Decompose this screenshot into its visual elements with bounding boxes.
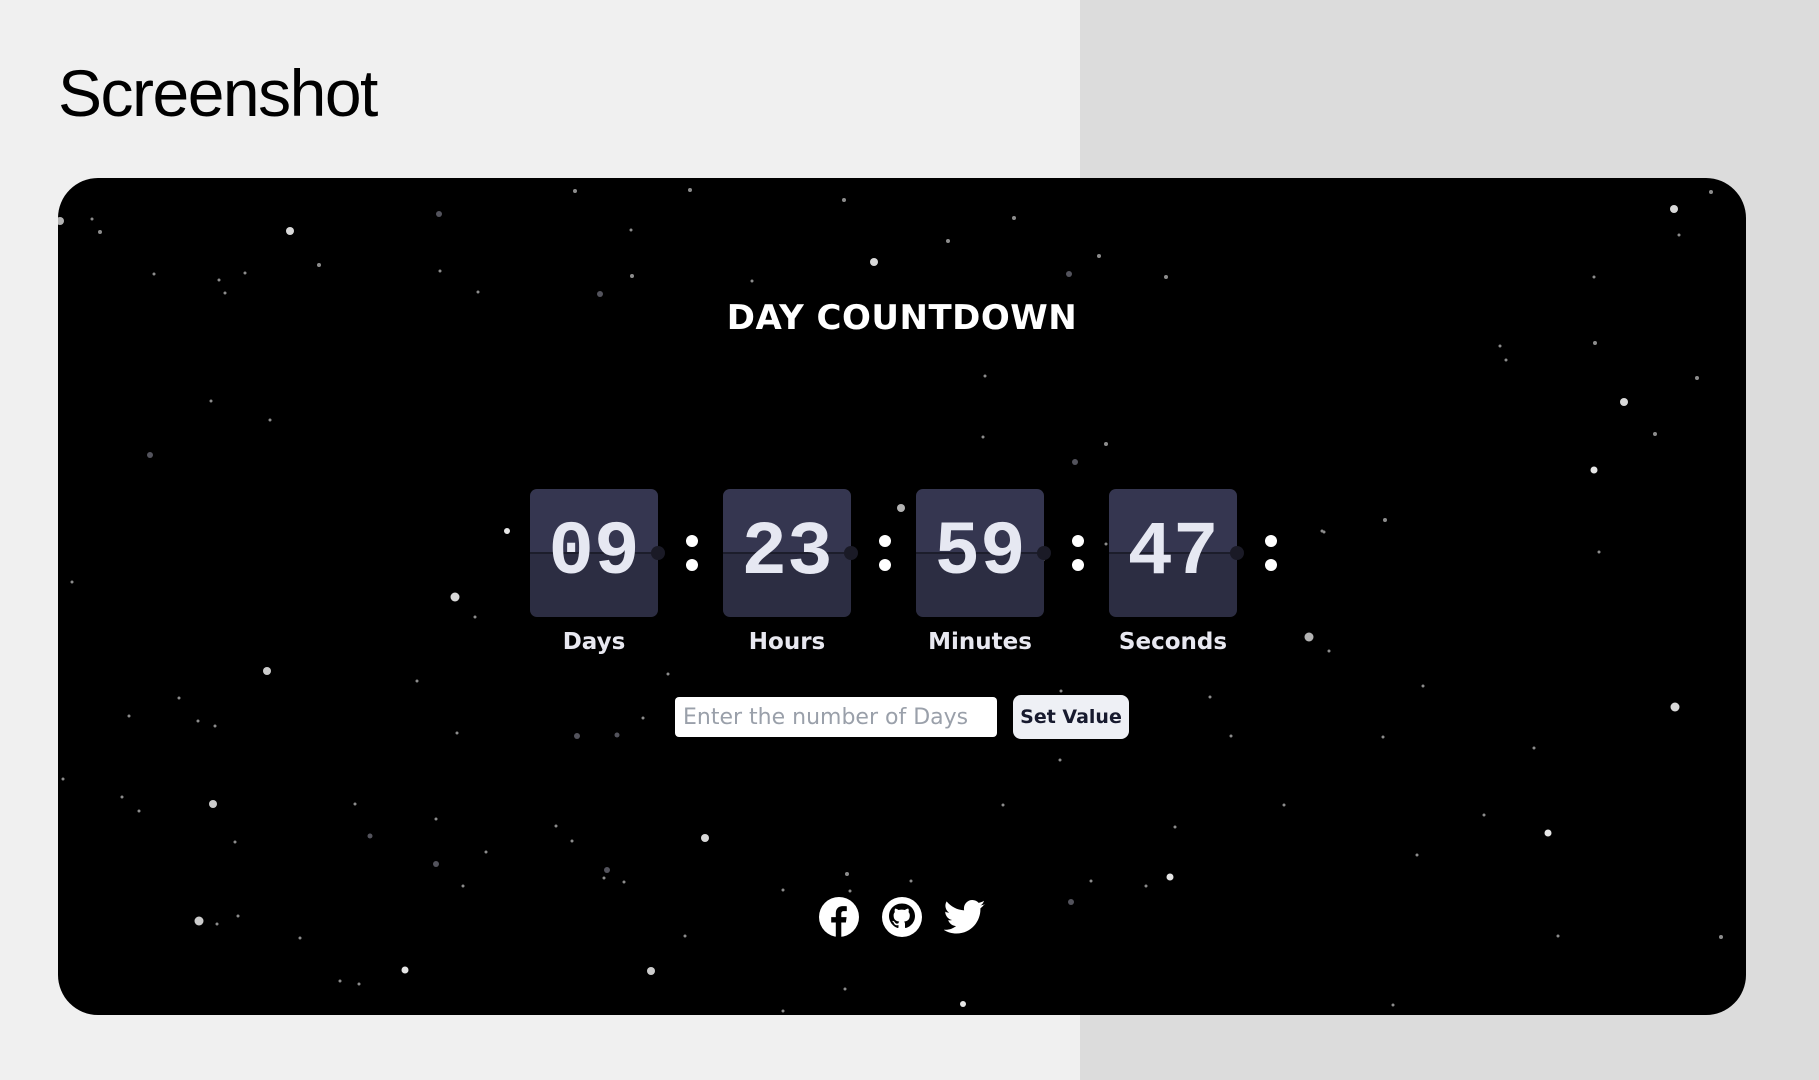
- days-input[interactable]: [675, 697, 997, 737]
- facebook-icon: [819, 897, 859, 937]
- separator-colon: [1264, 527, 1278, 587]
- days-flip-card: 09: [530, 489, 658, 617]
- minutes-value: 59: [934, 510, 1026, 596]
- set-value-button[interactable]: Set Value: [1013, 695, 1129, 739]
- seconds-unit: 47 Seconds: [1109, 489, 1237, 655]
- minutes-unit: 59 Minutes: [916, 489, 1044, 655]
- page-title: Screenshot: [58, 56, 378, 130]
- hours-hinge: [844, 546, 858, 560]
- seconds-label: Seconds: [1118, 629, 1228, 655]
- days-unit: 09 Days: [530, 489, 658, 655]
- separator-colon: [1071, 527, 1085, 587]
- separator-colon: [878, 527, 892, 587]
- days-value: 09: [548, 510, 640, 596]
- hours-value: 23: [741, 510, 833, 596]
- seconds-flip-card: 47: [1109, 489, 1237, 617]
- seconds-hinge: [1230, 546, 1244, 560]
- days-hinge: [651, 546, 665, 560]
- minutes-hinge: [1037, 546, 1051, 560]
- twitter-link[interactable]: [943, 896, 986, 938]
- seconds-value: 47: [1127, 510, 1219, 596]
- twitter-icon: [943, 900, 986, 934]
- hours-unit: 23 Hours: [723, 489, 851, 655]
- countdown-card: DAY COUNTDOWN 09 Days 23 Hours 59 Minute…: [58, 178, 1746, 1015]
- days-label: Days: [562, 629, 626, 655]
- github-link[interactable]: [881, 896, 923, 938]
- github-icon: [882, 897, 922, 937]
- app-heading: DAY COUNTDOWN: [726, 298, 1078, 338]
- minutes-label: Minutes: [928, 629, 1032, 655]
- countdown-timer: 09 Days 23 Hours 59 Minutes 47 Seconds: [530, 489, 1330, 679]
- minutes-flip-card: 59: [916, 489, 1044, 617]
- hours-flip-card: 23: [723, 489, 851, 617]
- hours-label: Hours: [748, 629, 826, 655]
- separator-colon: [685, 527, 699, 587]
- facebook-link[interactable]: [818, 896, 860, 938]
